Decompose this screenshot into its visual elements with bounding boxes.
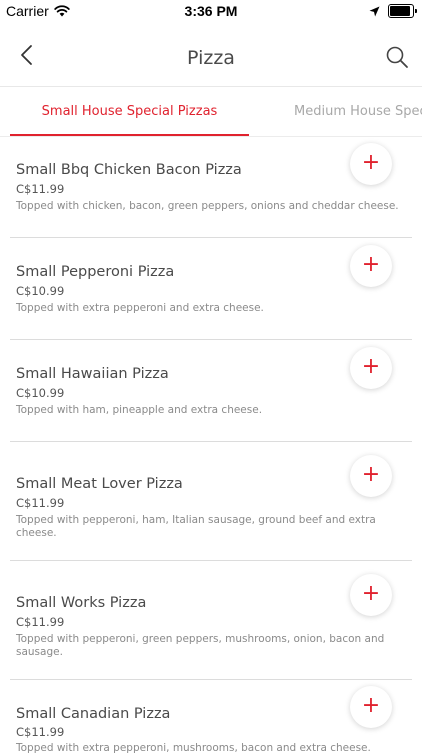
status-bar: Carrier 3:36 PM [0, 0, 422, 22]
chevron-left-icon[interactable] [14, 42, 40, 68]
tab-medium-house-special[interactable]: Medium House Special Pizzas [294, 87, 422, 136]
item-price: C$11.99 [16, 496, 65, 510]
item-price: C$11.99 [16, 615, 65, 629]
item-name: Small Pepperoni Pizza [16, 264, 175, 280]
item-price: C$10.99 [16, 386, 65, 400]
item-description: Topped with extra pepperoni, mushrooms, … [16, 742, 371, 754]
item-description: Topped with chicken, bacon, green pepper… [16, 200, 399, 212]
status-time: 3:36 PM [184, 3, 238, 19]
add-item-button[interactable]: + [350, 347, 392, 389]
item-name: Small Meat Lover Pizza [16, 476, 183, 492]
status-right [369, 4, 417, 18]
item-price: C$11.99 [16, 725, 65, 739]
list-item[interactable]: Small Works Pizza C$11.99 Topped with pe… [10, 561, 412, 680]
item-description: Topped with pepperoni, ham, Italian saus… [16, 514, 376, 539]
list-item[interactable]: Small Meat Lover Pizza C$11.99 Topped wi… [10, 442, 412, 561]
item-name: Small Works Pizza [16, 595, 147, 611]
battery-icon [388, 4, 417, 18]
list-item[interactable]: Small Bbq Chicken Bacon Pizza C$11.99 To… [10, 137, 412, 238]
item-price: C$10.99 [16, 284, 65, 298]
item-name: Small Bbq Chicken Bacon Pizza [16, 162, 242, 178]
list-item[interactable]: Small Pepperoni Pizza C$10.99 Topped wit… [10, 238, 412, 340]
item-description: Topped with pepperoni, green peppers, mu… [16, 633, 385, 658]
item-name: Small Hawaiian Pizza [16, 366, 169, 382]
nav-bar: Pizza [0, 22, 422, 87]
item-description: Topped with extra pepperoni and extra ch… [16, 302, 264, 314]
list-item[interactable]: Small Canadian Pizza C$11.99 Topped with… [10, 680, 412, 754]
tab-small-house-special[interactable]: Small House Special Pizzas [10, 87, 249, 136]
battery-level [390, 6, 410, 16]
item-price: C$11.99 [16, 182, 65, 196]
add-item-button[interactable]: + [350, 455, 392, 497]
add-item-button[interactable]: + [350, 245, 392, 287]
page-title: Pizza [187, 47, 235, 69]
add-item-button[interactable]: + [350, 574, 392, 616]
item-name: Small Canadian Pizza [16, 706, 171, 722]
list-item[interactable]: Small Hawaiian Pizza C$10.99 Topped with… [10, 340, 412, 442]
item-description: Topped with ham, pineapple and extra che… [16, 404, 263, 416]
add-item-button[interactable]: + [350, 143, 392, 185]
add-item-button[interactable]: + [350, 686, 392, 728]
category-tabs: Small House Special Pizzas Medium House … [0, 87, 422, 137]
location-arrow-icon [369, 6, 380, 16]
search-icon[interactable] [384, 44, 410, 70]
